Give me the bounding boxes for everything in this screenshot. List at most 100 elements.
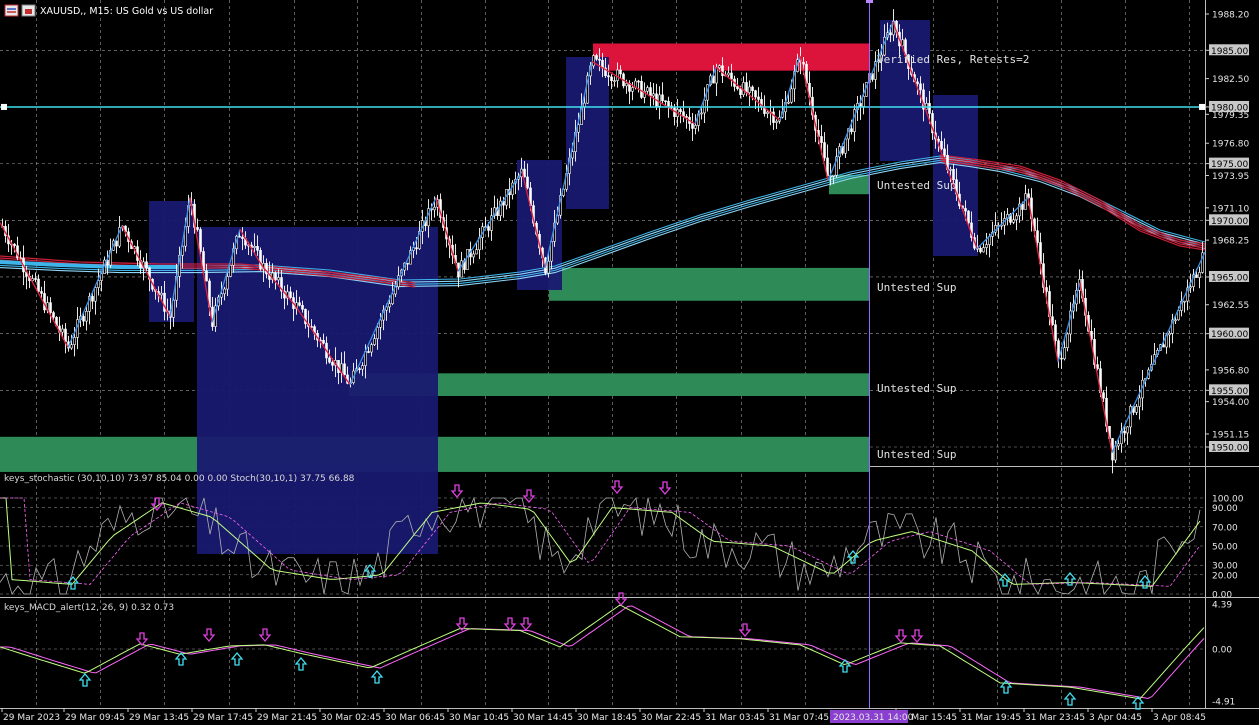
time-tick-label: 30 Mar 02:45 [321, 713, 381, 723]
time-tick-label: 29 Mar 09:45 [65, 713, 125, 723]
candle-body [742, 82, 745, 96]
candle-body [679, 109, 682, 112]
candle-body [367, 351, 370, 353]
candle-body [928, 103, 931, 114]
time-tick-label: 30 Mar 10:45 [449, 713, 509, 723]
candle-body [91, 296, 94, 302]
candle-body [406, 262, 409, 265]
candle-body [823, 142, 826, 159]
candle-body [82, 316, 85, 322]
candle-body [715, 67, 718, 84]
candle-body [745, 82, 748, 93]
candle-body [466, 249, 469, 270]
candle-body [1135, 406, 1138, 413]
price-level-label: 1970.00 [1211, 217, 1248, 227]
sell-arrow-icon [610, 480, 624, 495]
chart-title: XAUUSD,, M15: US Gold vs US dollar [40, 6, 213, 17]
candle-body [1162, 344, 1165, 348]
candle-body [967, 210, 970, 224]
macd-tick-label: -4.91 [1212, 698, 1235, 708]
candle-body [256, 246, 259, 251]
price-chart[interactable]: Verified Res, Retests=2 Untested Sup Unt… [0, 0, 1259, 725]
sell-arrow-icon [503, 617, 517, 632]
buy-arrow-icon [294, 656, 308, 671]
candle-body [1027, 193, 1030, 199]
swing-segment [435, 197, 459, 272]
candle-body [820, 136, 823, 143]
swing-segment [799, 55, 829, 181]
stoch-tick-label: 70.00 [1212, 523, 1238, 533]
price-tick-label: 1951.15 [1212, 430, 1249, 440]
candle-body [322, 339, 325, 344]
price-tick-label: 1976.80 [1212, 140, 1249, 150]
swing-segment [976, 197, 1029, 250]
candle-body [721, 65, 724, 76]
candle-body [979, 247, 982, 253]
candle-body [862, 96, 865, 107]
candle-body [964, 208, 967, 212]
candle-body [610, 76, 613, 82]
stoch-main-line [0, 497, 1201, 587]
candle-body [1102, 392, 1105, 399]
candle-body [775, 120, 778, 123]
candle-body [229, 264, 232, 277]
candle-body [772, 111, 775, 123]
candle-body [640, 80, 643, 98]
support-zone [549, 267, 869, 301]
stoch-label: keys_stochastic (30,10,10) 73.97 85.04 0… [4, 474, 355, 484]
candle-body [433, 206, 436, 211]
candle-body [1060, 357, 1063, 360]
resistance-zone [593, 43, 869, 71]
zone-label-res: Verified Res, Retests=2 [877, 53, 1029, 66]
time-tick-label: 30 Mar 18:45 [577, 713, 637, 723]
buy-arrow-icon [78, 672, 92, 687]
time-tick-label: 29 Mar 17:45 [193, 713, 253, 723]
candle-body [685, 116, 688, 118]
candle-body [361, 365, 364, 370]
candle-body [982, 247, 985, 253]
candle-body [391, 293, 394, 305]
candle-body [919, 83, 922, 91]
price-level-label: 1950.00 [1211, 444, 1248, 454]
candle-body [1123, 430, 1126, 434]
candle-body [985, 244, 988, 248]
swing-segment [457, 171, 523, 272]
candle-body [373, 338, 376, 345]
candle-body [595, 55, 598, 60]
candle-body [787, 101, 790, 104]
candle-body [223, 288, 226, 295]
candle-body [388, 303, 391, 308]
candle-body [1051, 316, 1054, 326]
candle-body [700, 112, 703, 115]
price-tick-label: 1988.20 [1212, 11, 1249, 21]
candle-body [916, 81, 919, 85]
price-level-label: 1975.00 [1211, 160, 1248, 170]
price-tick-label: 1979.35 [1212, 111, 1249, 121]
candle-body [802, 61, 805, 65]
candle-body [694, 125, 697, 129]
mt-terminal[interactable]: Verified Res, Retests=2 Untested Sup Unt… [0, 0, 1259, 725]
candle-body [1174, 319, 1177, 322]
price-tick-label: 1956.80 [1212, 366, 1249, 376]
macd-panel[interactable] [0, 592, 1205, 710]
candle-body [115, 240, 118, 247]
stoch-tick-label: 90.00 [1212, 504, 1238, 514]
candle-body [415, 247, 418, 250]
candle-body [1015, 215, 1018, 221]
buy-arrow-icon [230, 651, 244, 666]
candle-body [523, 168, 526, 178]
candle-body [736, 86, 739, 89]
candle-body [526, 176, 529, 189]
candle-body [583, 102, 586, 107]
candle-body [475, 249, 478, 255]
candle-body [370, 344, 373, 353]
time-tick-label: 31 Mar 03:45 [705, 713, 765, 723]
crosshair-handle[interactable] [866, 0, 873, 3]
swing-segment [0, 222, 69, 348]
candle-body [1195, 274, 1198, 278]
price-level-label: 1965.00 [1211, 273, 1248, 283]
candle-body [259, 250, 262, 270]
candle-body [748, 86, 751, 93]
price-tick-label: 1973.95 [1212, 172, 1249, 182]
candle-body [13, 243, 16, 247]
